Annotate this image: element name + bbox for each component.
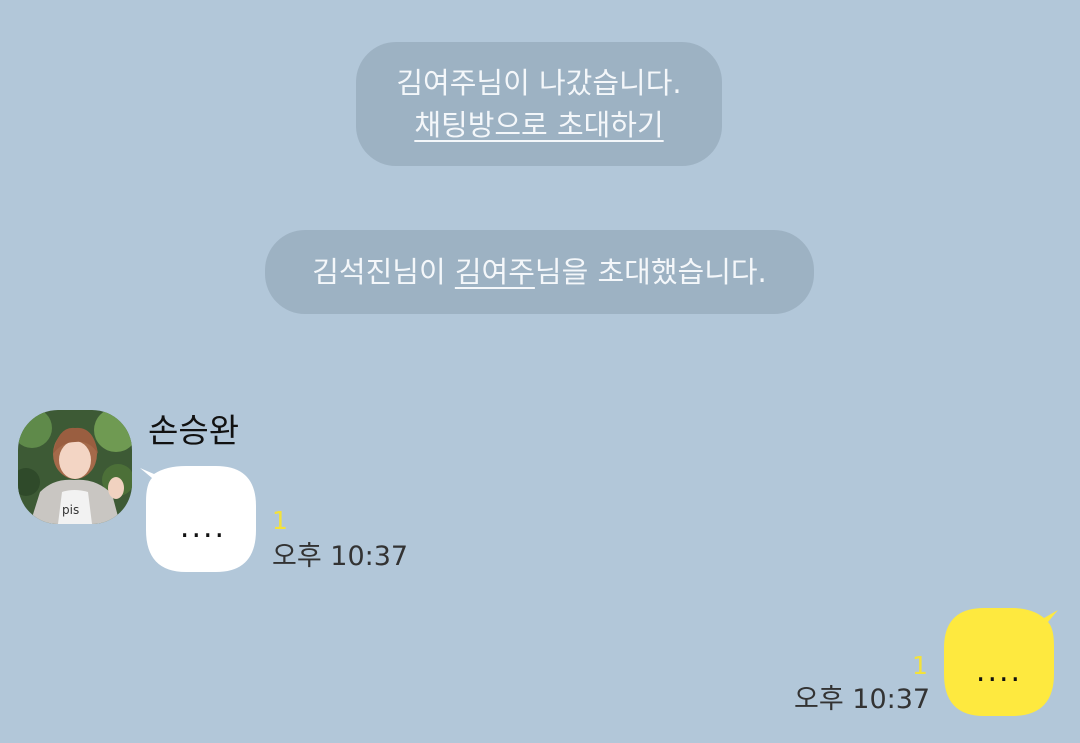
notice-inviter-text: 김석진님이 xyxy=(312,255,455,289)
message-time: 오후 10:37 xyxy=(272,541,409,572)
notice-left-text: 김여주님이 나갔습니다. xyxy=(396,66,682,100)
incoming-message-text: .... xyxy=(179,510,227,545)
outgoing-message-text: .... xyxy=(975,654,1023,689)
system-notice-invited: 김석진님이 김여주님을 초대했습니다. xyxy=(265,230,814,314)
sender-avatar[interactable]: pis xyxy=(18,410,132,524)
invitee-name-link[interactable]: 김여주 xyxy=(455,255,535,289)
sender-name: 손승완 xyxy=(148,411,240,450)
notice-invited-rest: 님을 초대했습니다. xyxy=(534,255,767,289)
unread-count: 1 xyxy=(272,506,288,535)
message-time: 오후 10:37 xyxy=(794,684,931,715)
system-notice-left: 김여주님이 나갔습니다. 채팅방으로 초대하기 xyxy=(356,42,722,166)
profile-photo: pis xyxy=(18,410,132,524)
incoming-message-bubble[interactable]: .... xyxy=(140,464,260,574)
unread-count: 1 xyxy=(912,651,928,680)
invite-to-chat-link[interactable]: 채팅방으로 초대하기 xyxy=(414,108,663,142)
svg-text:pis: pis xyxy=(62,503,79,517)
outgoing-message-bubble[interactable]: .... xyxy=(940,606,1062,718)
